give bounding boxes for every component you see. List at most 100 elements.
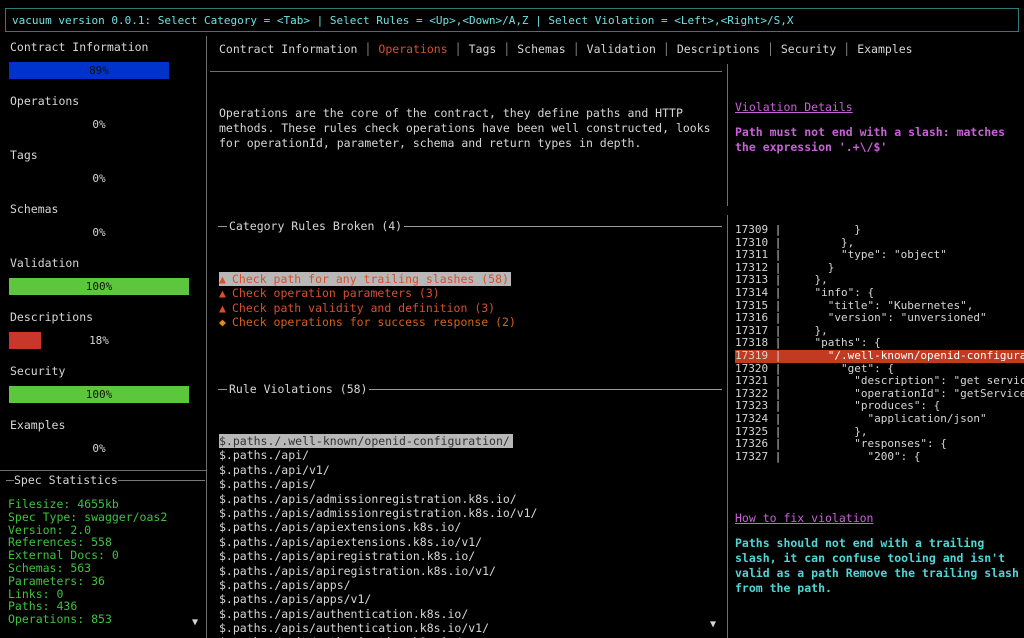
code-line-number: 17310 | [735, 236, 788, 249]
sidebar-category-progress: 0% [9, 440, 189, 457]
code-line[interactable]: 17323 | "produces": { [735, 400, 1024, 413]
violation-row[interactable]: $.paths./apis/admissionregistration.k8s.… [219, 506, 541, 520]
code-line[interactable]: 17325 | }, [735, 426, 1024, 439]
violation-row[interactable]: $.paths./apis/authentication.k8s.io/v1/ [219, 621, 492, 635]
stat-value: 0 [111, 548, 119, 563]
code-line[interactable]: 17319 | "/.well-known/openid-configurati… [735, 349, 1024, 363]
violation-row[interactable]: $.paths./.well-known/openid-configuratio… [219, 434, 513, 449]
code-line-number: 17320 | [735, 362, 788, 375]
code-line[interactable]: 17313 | }, [735, 274, 1024, 287]
tab-validation[interactable]: Validation [587, 42, 656, 56]
right-panel-divider-bottom [727, 215, 728, 638]
sidebar-category-label: Validation [10, 256, 80, 270]
code-line[interactable]: 17315 | "title": "Kubernetes", [735, 300, 1024, 313]
how-to-fix-title[interactable]: How to fix violation [735, 511, 1023, 525]
code-line[interactable]: 17310 | }, [735, 237, 1024, 250]
progress-bar-percent: 89% [89, 64, 109, 77]
sidebar-category-security[interactable]: Security 100% [0, 360, 205, 403]
violation-row[interactable]: $.paths./apis/apps/v1/ [219, 592, 374, 606]
violation-row[interactable]: $.paths./apis/authentication.k8s.io/ [219, 607, 471, 621]
spec-statistics-header: Spec Statistics [0, 472, 205, 488]
progress-bar-percent: 100% [85, 280, 113, 293]
category-rules-list[interactable]: ▲ Check path for any trailing slashes (58… [219, 272, 721, 330]
violation-row[interactable]: $.paths./api/ [219, 448, 312, 462]
stat-value: 853 [91, 612, 112, 627]
code-line[interactable]: 17318 | "paths": { [735, 337, 1024, 350]
header-rule-left [6, 479, 14, 481]
code-line[interactable]: 17322 | "operationId": "getServiceAccoun… [735, 388, 1024, 401]
code-line[interactable]: 17327 | "200": { [735, 451, 1024, 464]
code-line[interactable]: 17320 | "get": { [735, 363, 1024, 376]
code-line-text: "version": "unversioned" [787, 312, 987, 325]
code-line[interactable]: 17311 | "type": "object" [735, 249, 1024, 262]
rule-label: Check operation parameters (3) [232, 286, 440, 301]
code-line-number: 17313 | [735, 274, 788, 287]
violation-row[interactable]: $.paths./apis/apiregistration.k8s.io/ [219, 549, 478, 563]
stat-value: swagger/oas2 [84, 509, 168, 524]
tab-schemas[interactable]: Schemas [517, 42, 565, 56]
code-line-text: "description": "get service account is… [854, 375, 1024, 388]
code-line-number: 17309 | [735, 224, 788, 236]
code-line-number: 17327 | [735, 450, 788, 463]
stats-scroll-down-icon[interactable]: ▼ [192, 618, 198, 628]
violation-row[interactable]: $.paths./apis/apiextensions.k8s.io/v1/ [219, 535, 485, 549]
source-code-viewer[interactable]: 17309 | } 17310 | }, 17311 | "type": "obje… [735, 224, 1024, 463]
code-line[interactable]: 17321 | "description": "get service acco… [735, 375, 1024, 388]
tab-operations[interactable]: Operations [378, 42, 447, 56]
rule-row[interactable]: ▲ Check path for any trailing slashes (58… [219, 272, 511, 287]
rule-row[interactable]: ▲ Check operation parameters (3) [219, 286, 442, 300]
code-line[interactable]: 17317 | }, [735, 325, 1024, 338]
sidebar-divider [206, 36, 207, 638]
violation-row[interactable]: $.paths./apis/apps/ [219, 578, 354, 592]
rule-label: Check operations for success response (2… [232, 315, 516, 330]
sidebar-category-operations[interactable]: Operations 0% [0, 90, 205, 133]
sidebar-category-label: Schemas [10, 202, 59, 216]
violation-row[interactable]: $.paths./apis/apiextensions.k8s.io/ [219, 520, 464, 534]
sidebar-category-validation[interactable]: Validation 100% [0, 252, 205, 295]
code-line-text: "produces": { [787, 400, 941, 413]
code-line[interactable]: 17324 | "application/json" [735, 413, 1024, 426]
code-line-text: "info": { [787, 286, 875, 299]
code-line[interactable]: 17316 | "version": "unversioned" [735, 312, 1024, 325]
code-line[interactable]: 17314 | "info": { [735, 287, 1024, 300]
warning-triangle-icon: ▲ [219, 286, 226, 301]
right-panel-divider-top [727, 64, 728, 206]
code-line-text: }, [787, 324, 828, 337]
sidebar-category-schemas[interactable]: Schemas 0% [0, 198, 205, 241]
violations-header-rule-right [369, 388, 722, 390]
warning-triangle-icon: ▲ [219, 272, 226, 286]
stat-value: 36 [91, 573, 105, 588]
code-line-text: "get": { [787, 362, 894, 375]
code-line-text: "application/json" [787, 412, 987, 425]
sidebar-category-label: Descriptions [10, 310, 94, 324]
violation-row[interactable]: $.paths./apis/ [219, 477, 319, 491]
code-line[interactable]: 17326 | "responses": { [735, 438, 1024, 451]
tab-separator: │ [572, 42, 580, 56]
spec-statistics-title: Spec Statistics [14, 473, 118, 487]
violation-row[interactable]: $.paths./api/v1/ [219, 463, 333, 477]
code-line-text: "responses": { [787, 438, 947, 451]
rule-row[interactable]: ◆ Check operations for success response (… [219, 315, 518, 329]
progress-bar-percent: 100% [85, 388, 113, 401]
sidebar-category-tags[interactable]: Tags 0% [0, 144, 205, 187]
tab-contract-information[interactable]: Contract Information [219, 42, 357, 56]
violation-row[interactable]: $.paths./apis/apiregistration.k8s.io/v1/ [219, 564, 499, 578]
code-line-number: 17315 | [735, 299, 788, 312]
code-line[interactable]: 17309 | } [735, 224, 1024, 237]
sidebar-category-descriptions[interactable]: Descriptions 18% [0, 306, 205, 349]
category-tab-bar[interactable]: Contract Information │ Operations │ Tags │ Sch… [210, 36, 913, 62]
rule-row[interactable]: ▲ Check path validity and definition (3) [219, 301, 497, 315]
sidebar-category-label: Examples [10, 418, 66, 432]
code-line[interactable]: 17312 | } [735, 262, 1024, 275]
code-line-text: } [787, 261, 835, 274]
sidebar-category-examples[interactable]: Examples 0% [0, 414, 205, 457]
sidebar-category-contract-information[interactable]: Contract Information 89% [0, 36, 205, 79]
violation-details-title[interactable]: Violation Details [735, 100, 1023, 114]
violations-scroll-down-icon[interactable]: ▼ [710, 620, 716, 630]
violation-row[interactable]: $.paths./apis/admissionregistration.k8s.… [219, 492, 520, 506]
rule-violations-list[interactable]: $.paths./.well-known/openid-configuratio… [219, 434, 721, 638]
tab-tags[interactable]: Tags [469, 42, 497, 56]
rule-violations-header: Rule Violations (58) [218, 382, 722, 396]
code-line-text: "/.well-known/openid-configuration/": { … [827, 349, 1024, 362]
code-line-number: 17314 | [735, 286, 788, 299]
